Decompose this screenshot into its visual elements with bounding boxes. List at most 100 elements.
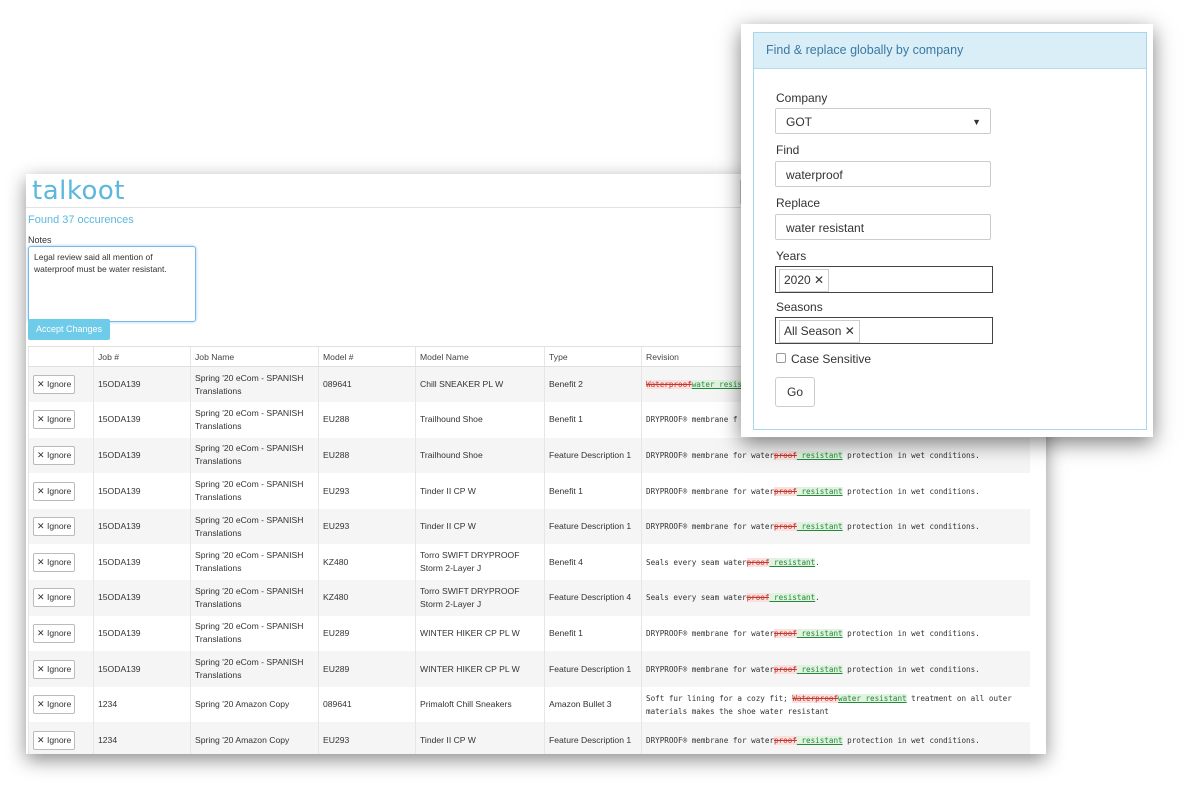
close-icon: ✕ <box>37 414 45 425</box>
content-type: Feature Description 1 <box>544 437 642 474</box>
col-job-number: Job # <box>93 346 191 367</box>
seasons-tag-input[interactable]: All Season ✕ <box>775 317 993 344</box>
job-name: Spring '20 Amazon Copy <box>190 686 319 723</box>
remove-tag-icon[interactable]: ✕ <box>814 273 824 287</box>
table-row: ✕ Ignore 15ODA139 Spring '20 eCom - SPANIS… <box>28 437 1030 474</box>
row-actions: ✕ Ignore <box>28 437 94 474</box>
row-actions: ✕ Ignore <box>28 722 94 754</box>
notes-textarea[interactable]: Legal review said all mention of waterpr… <box>28 246 196 322</box>
revision-pre: Seals every seam water <box>646 593 747 603</box>
ignore-label: Ignore <box>46 556 72 567</box>
remove-tag-icon[interactable]: ✕ <box>845 324 855 338</box>
revision-text: DRYPROOF® membrane for waterproof resist… <box>641 508 1030 545</box>
revision-deleted: proof <box>774 735 797 745</box>
case-sensitive-checkbox[interactable]: Case Sensitive <box>776 352 871 366</box>
model-name: Tinder II CP W <box>415 473 545 509</box>
ignore-button[interactable]: ✕ Ignore <box>33 588 76 608</box>
job-number: 15ODA139 <box>93 580 191 616</box>
revision-pre: DRYPROOF® membrane for water <box>646 486 775 496</box>
job-name: Spring '20 eCom - SPANISH Translations <box>190 473 319 509</box>
col-job-name: Job Name <box>190 346 319 367</box>
job-name: Spring '20 eCom - SPANISH Translations <box>190 651 319 687</box>
ignore-button[interactable]: ✕ Ignore <box>33 375 76 395</box>
company-value: GOT <box>786 115 812 129</box>
table-row: ✕ Ignore 15ODA139 Spring '20 eCom - SPANIS… <box>28 615 1030 652</box>
find-label: Find <box>776 143 800 157</box>
row-actions: ✕ Ignore <box>28 686 94 723</box>
revision-pre: DRYPROOF® membrane for water <box>646 628 775 638</box>
ignore-button[interactable]: ✕ Ignore <box>33 623 76 643</box>
years-tag-input[interactable]: 2020 ✕ <box>775 266 993 293</box>
table-row: ✕ Ignore 15ODA139 Spring '20 eCom - SPANIS… <box>28 544 1030 581</box>
seasons-label: Seasons <box>776 300 823 314</box>
go-button[interactable]: Go <box>775 377 815 407</box>
ignore-button[interactable]: ✕ Ignore <box>33 517 76 537</box>
find-replace-modal: Find & replace globally by company Compa… <box>741 24 1153 437</box>
job-name: Spring '20 eCom - SPANISH Translations <box>190 402 319 438</box>
model-number: EU289 <box>318 651 416 687</box>
table-row: ✕ Ignore 15ODA139 Spring '20 eCom - SPANIS… <box>28 651 1030 687</box>
model-number: 089641 <box>318 366 416 403</box>
revision-text: DRYPROOF® membrane for waterproof resist… <box>641 615 1030 652</box>
find-input[interactable]: waterproof <box>775 161 991 187</box>
dropdown-arrow-icon: ▼ <box>972 117 981 127</box>
model-number: EU293 <box>318 722 416 754</box>
close-icon: ✕ <box>37 449 45 460</box>
content-type: Feature Description 1 <box>544 508 642 545</box>
ignore-button[interactable]: ✕ Ignore <box>33 445 76 465</box>
revision-post: protection in wet conditions. <box>842 522 980 532</box>
col-model-name: Model Name <box>415 346 545 367</box>
model-name: Primaloft Chill Sneakers <box>415 686 545 723</box>
revision-text: DRYPROOF® membrane for waterproof resist… <box>641 651 1030 687</box>
accept-changes-button[interactable]: Accept Changes <box>28 319 111 340</box>
ignore-button[interactable]: ✕ Ignore <box>33 659 76 679</box>
revision-post: protection in wet conditions. <box>842 628 980 638</box>
model-name: WINTER HIKER CP PL W <box>415 615 545 652</box>
table-row: ✕ Ignore 15ODA139 Spring '20 eCom - SPANIS… <box>28 473 1030 509</box>
replace-input[interactable]: water resistant <box>775 214 991 240</box>
modal-title: Find & replace globally by company <box>754 33 1146 69</box>
ignore-button[interactable]: ✕ Ignore <box>33 730 76 750</box>
close-icon: ✕ <box>37 379 45 390</box>
content-type: Feature Description 4 <box>544 580 642 616</box>
revision-inserted: resistant <box>796 735 843 745</box>
content-type: Feature Description 1 <box>544 651 642 687</box>
model-number: EU288 <box>318 402 416 438</box>
revision-post: . <box>815 593 820 603</box>
revision-inserted: resistant <box>796 628 843 638</box>
job-name: Spring '20 Amazon Copy <box>190 722 319 754</box>
notes-label: Notes <box>28 235 52 245</box>
checkbox-icon[interactable] <box>776 353 786 363</box>
ignore-label: Ignore <box>46 485 72 496</box>
model-name: Trailhound Shoe <box>415 437 545 474</box>
close-icon: ✕ <box>37 627 45 638</box>
revision-text: DRYPROOF® membrane for waterproof resist… <box>641 473 1030 509</box>
season-tag: All Season ✕ <box>779 320 860 343</box>
col-model-number: Model # <box>318 346 416 367</box>
ignore-button[interactable]: ✕ Ignore <box>33 552 76 572</box>
job-name: Spring '20 eCom - SPANISH Translations <box>190 544 319 581</box>
row-actions: ✕ Ignore <box>28 651 94 687</box>
col-actions <box>28 346 94 367</box>
close-icon: ✕ <box>37 556 45 567</box>
close-icon: ✕ <box>37 521 45 532</box>
year-tag-label: 2020 <box>784 273 811 287</box>
job-number: 15ODA139 <box>93 544 191 581</box>
revision-text: DRYPROOF® membrane for waterproof resist… <box>641 722 1030 754</box>
revision-pre: DRYPROOF® membrane for water <box>646 735 775 745</box>
model-name: Tinder II CP W <box>415 508 545 545</box>
job-number: 15ODA139 <box>93 366 191 403</box>
revision-deleted: proof <box>774 664 797 674</box>
revision-deleted: Waterproof <box>646 380 692 390</box>
revision-inserted: water resistant <box>838 693 907 703</box>
ignore-button[interactable]: ✕ Ignore <box>33 695 76 715</box>
ignore-button[interactable]: ✕ Ignore <box>33 481 76 501</box>
model-name: Tinder II CP W <box>415 722 545 754</box>
company-select[interactable]: GOT ▼ <box>775 108 991 134</box>
close-icon: ✕ <box>37 485 45 496</box>
model-number: EU288 <box>318 437 416 474</box>
revision-inserted: resistant <box>796 664 843 674</box>
ignore-button[interactable]: ✕ Ignore <box>33 410 76 430</box>
season-tag-label: All Season <box>784 324 842 338</box>
ignore-label: Ignore <box>46 449 72 460</box>
